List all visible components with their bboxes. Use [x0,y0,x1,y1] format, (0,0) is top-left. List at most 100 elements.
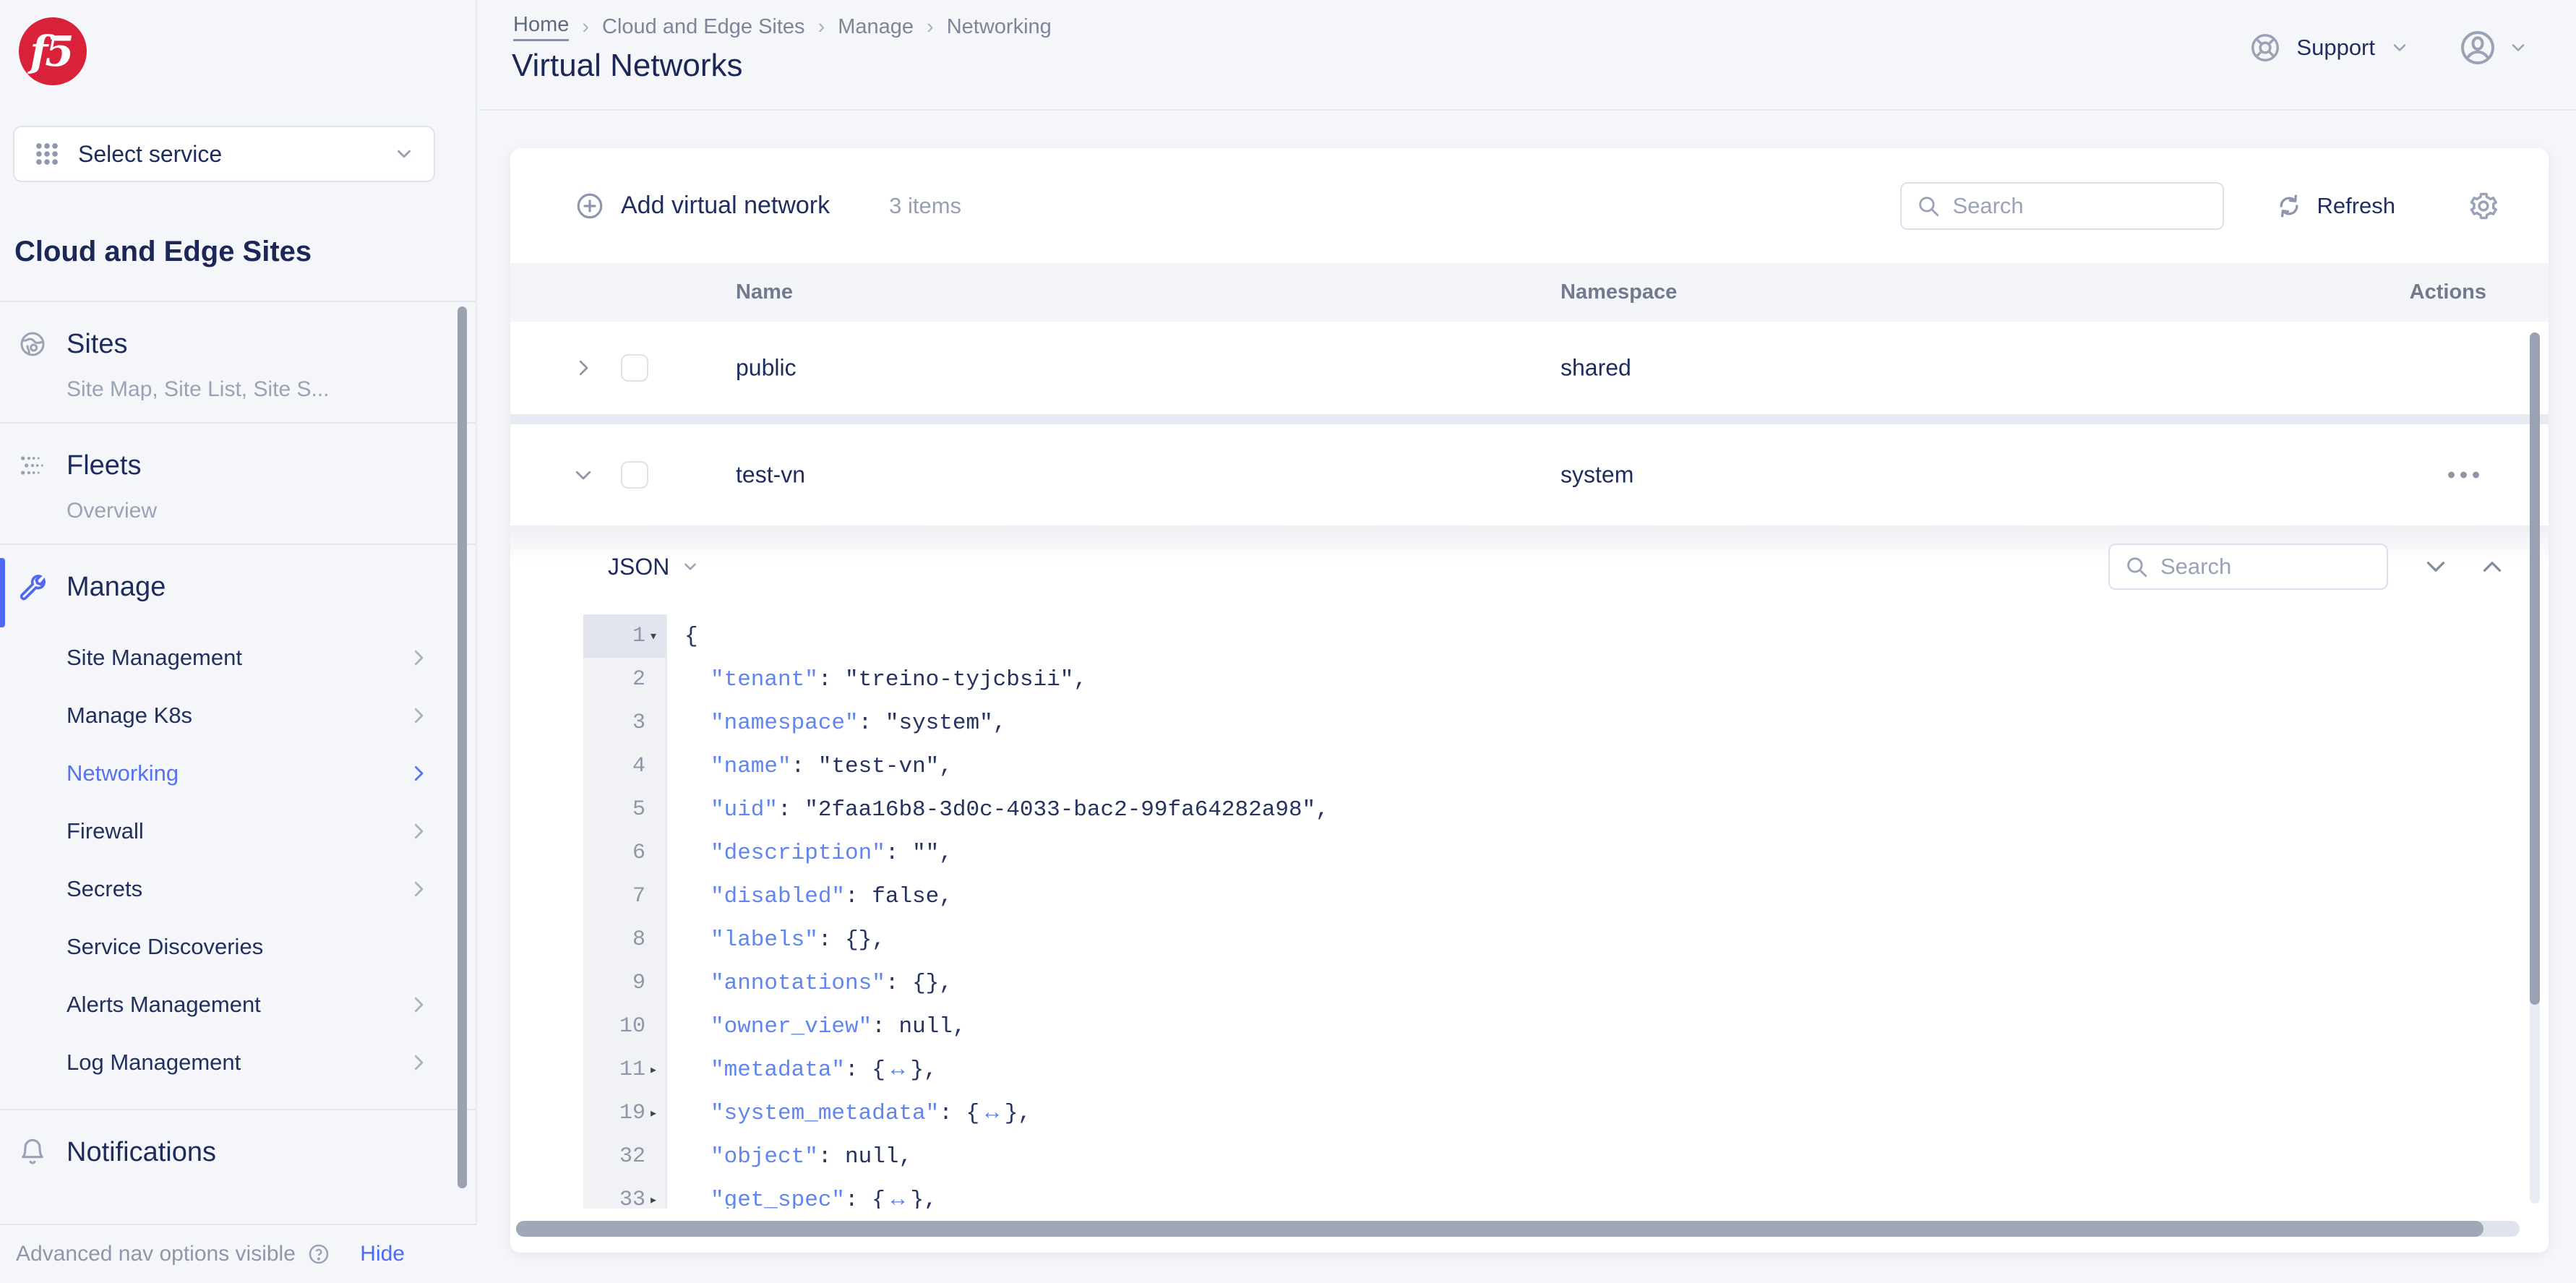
line-gutter: 6 [583,831,667,875]
line-number: 6 [632,841,645,865]
column-header-actions: Actions [2409,280,2486,304]
find-previous-button[interactable] [2479,554,2505,580]
sidebar-subitem-label: Alerts Management [66,992,261,1017]
manage-subnav: Site Management Manage K8s Networking Firew… [0,629,476,1091]
bell-icon [18,1138,47,1167]
chevron-right-icon [408,878,429,900]
active-indicator [0,558,5,627]
add-virtual-network-button[interactable]: Add virtual network [575,191,830,221]
horizontal-scrollbar-thumb[interactable] [516,1221,2483,1237]
sidebar-item-sublabel: Site Map, Site List, Site S... [66,377,330,401]
sidebar-item-service-discoveries[interactable]: Service Discoveries [0,918,476,976]
json-search [2108,544,2388,590]
sidebar-item-firewall[interactable]: Firewall [0,802,476,860]
page-title: Virtual Networks [512,48,743,83]
account-menu[interactable] [2457,27,2528,68]
refresh-button[interactable]: Refresh [2275,192,2395,220]
sidebar-item-secrets[interactable]: Secrets [0,860,476,918]
fold-closed-icon[interactable]: ▸ [645,1104,661,1123]
code-content: "get_spec": {↔}, [710,1187,937,1209]
json-line: 11 ▸ "metadata": {↔}, [510,1048,2549,1091]
breadcrumb-item[interactable]: Home [513,13,570,41]
line-gutter: 32 [583,1135,667,1178]
breadcrumb-separator-icon: › [817,15,825,38]
refresh-label: Refresh [2317,192,2395,218]
row-checkbox[interactable] [621,354,648,382]
code-content: "labels": {}, [710,927,885,953]
table-search-input[interactable] [1952,192,2209,219]
format-dropdown[interactable]: JSON [608,554,700,580]
sidebar-scrollbar[interactable] [458,306,467,1188]
support-menu[interactable]: Support [2249,31,2410,64]
json-line: 3 "namespace": "system", [510,701,2549,745]
refresh-icon [2275,192,2304,220]
code-content: "tenant": "treino-tyjcbsii", [710,666,1087,692]
f5-logo[interactable]: f5 [19,17,87,85]
sidebar-item-fleets[interactable]: Fleets Overview [0,424,476,545]
line-number: 9 [632,971,645,995]
sidebar-item-sites[interactable]: Sites Site Map, Site List, Site S... [0,302,476,424]
vertical-scrollbar [2530,332,2540,1203]
fold-open-icon[interactable]: ▾ [645,627,661,645]
table-header: Name Namespace Actions [510,263,2549,322]
help-icon[interactable] [307,1243,330,1266]
items-count: 3 items [889,192,962,218]
sidebar-footer: Advanced nav options visible Hide [0,1224,477,1283]
sidebar-item-site-management[interactable]: Site Management [0,629,476,687]
line-gutter: 7 [583,875,667,918]
row-checkbox[interactable] [621,461,648,489]
sidebar-item-networking[interactable]: Networking [0,745,476,802]
advanced-nav-text: Advanced nav options visible [16,1242,296,1266]
chevron-right-icon [408,705,429,726]
sidebar-item-alerts-management[interactable]: Alerts Management [0,976,476,1034]
breadcrumb-item[interactable]: Networking [947,15,1052,39]
breadcrumb-item[interactable]: Manage [838,15,914,39]
json-line: 19 ▸ "system_metadata": {↔}, [510,1091,2549,1135]
sidebar-item-manage-k8s[interactable]: Manage K8s [0,687,476,745]
line-gutter: 33 ▸ [583,1178,667,1209]
f5-logo-text: f5 [30,27,74,76]
sidebar-item-log-management[interactable]: Log Management [0,1034,476,1091]
code-content: "owner_view": null, [710,1013,966,1039]
row-actions-button[interactable] [2448,471,2479,479]
search-icon [1916,194,1941,218]
code-content: "description": "", [710,840,953,866]
gear-icon[interactable] [2468,190,2499,222]
breadcrumb-separator-icon: › [582,15,590,38]
chevron-right-icon [408,994,429,1016]
json-code: 1 ▾ {2 "tenant": "treino-tyjcbsii", 3 "namesp… [510,614,2549,1209]
code-content: "uid": "2faa16b8-3d0c-4033-bac2-99fa6428… [710,797,1329,823]
line-gutter: 19 ▸ [583,1091,667,1135]
fold-closed-icon[interactable]: ▸ [645,1060,661,1079]
cell-namespace: shared [1560,354,1631,381]
sidebar: f5 Select service Cloud and Edge Sites S… [0,0,477,1283]
virtual-networks-panel: Add virtual network 3 items Refresh Name… [510,148,2549,1253]
collapse-row-icon[interactable] [572,464,594,486]
fold-closed-icon[interactable]: ▸ [645,1190,661,1209]
row-divider [510,414,2549,424]
json-search-input[interactable] [2160,554,2372,580]
json-line: 32 "object": null, [510,1135,2549,1178]
table-row: test-vn system [510,424,2549,525]
support-label: Support [2296,35,2375,60]
fleet-dots-icon [18,451,47,480]
header-actions: Support [2249,27,2528,68]
line-gutter: 8 [583,918,667,961]
vertical-scrollbar-thumb[interactable] [2530,332,2540,1005]
line-number: 8 [632,927,645,952]
cell-namespace: system [1560,461,1634,488]
sidebar-subitem-label: Site Management [66,645,242,670]
line-number: 10 [619,1014,645,1039]
expand-row-icon[interactable] [572,357,594,379]
select-service-dropdown[interactable]: Select service [13,126,435,182]
table-toolbar: Add virtual network 3 items Refresh [510,148,2549,263]
sidebar-item-manage[interactable]: Manage Site Management Manage K8s Networki… [0,545,476,1110]
chevron-right-icon [408,763,429,784]
sidebar-item-notifications[interactable]: Notifications [0,1110,476,1193]
hide-link[interactable]: Hide [360,1242,405,1266]
sidebar-item-sublabel: Overview [66,499,158,523]
sidebar-subitem-label: Secrets [66,876,143,901]
find-next-button[interactable] [2423,554,2449,580]
json-line: 8 "labels": {}, [510,918,2549,961]
breadcrumb-item[interactable]: Cloud and Edge Sites [602,15,805,39]
